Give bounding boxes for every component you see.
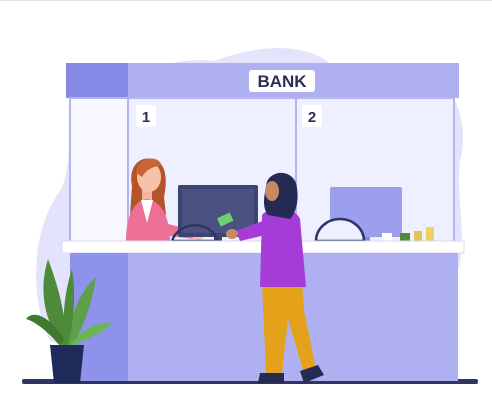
customer-hand (226, 229, 238, 239)
customer-shoe (258, 373, 284, 383)
customer-face (265, 181, 279, 201)
bank-sign-text: BANK (257, 72, 307, 91)
glass-window-left (69, 97, 129, 245)
bank-illustration-frame: BANK 1 2 (0, 0, 492, 401)
window-number-1: 1 (142, 109, 150, 126)
sign-bar-left-panel (66, 63, 128, 98)
bank-illustration: BANK 1 2 (22, 48, 478, 384)
plant-pot (50, 345, 84, 383)
window-number-2: 2 (308, 109, 316, 126)
